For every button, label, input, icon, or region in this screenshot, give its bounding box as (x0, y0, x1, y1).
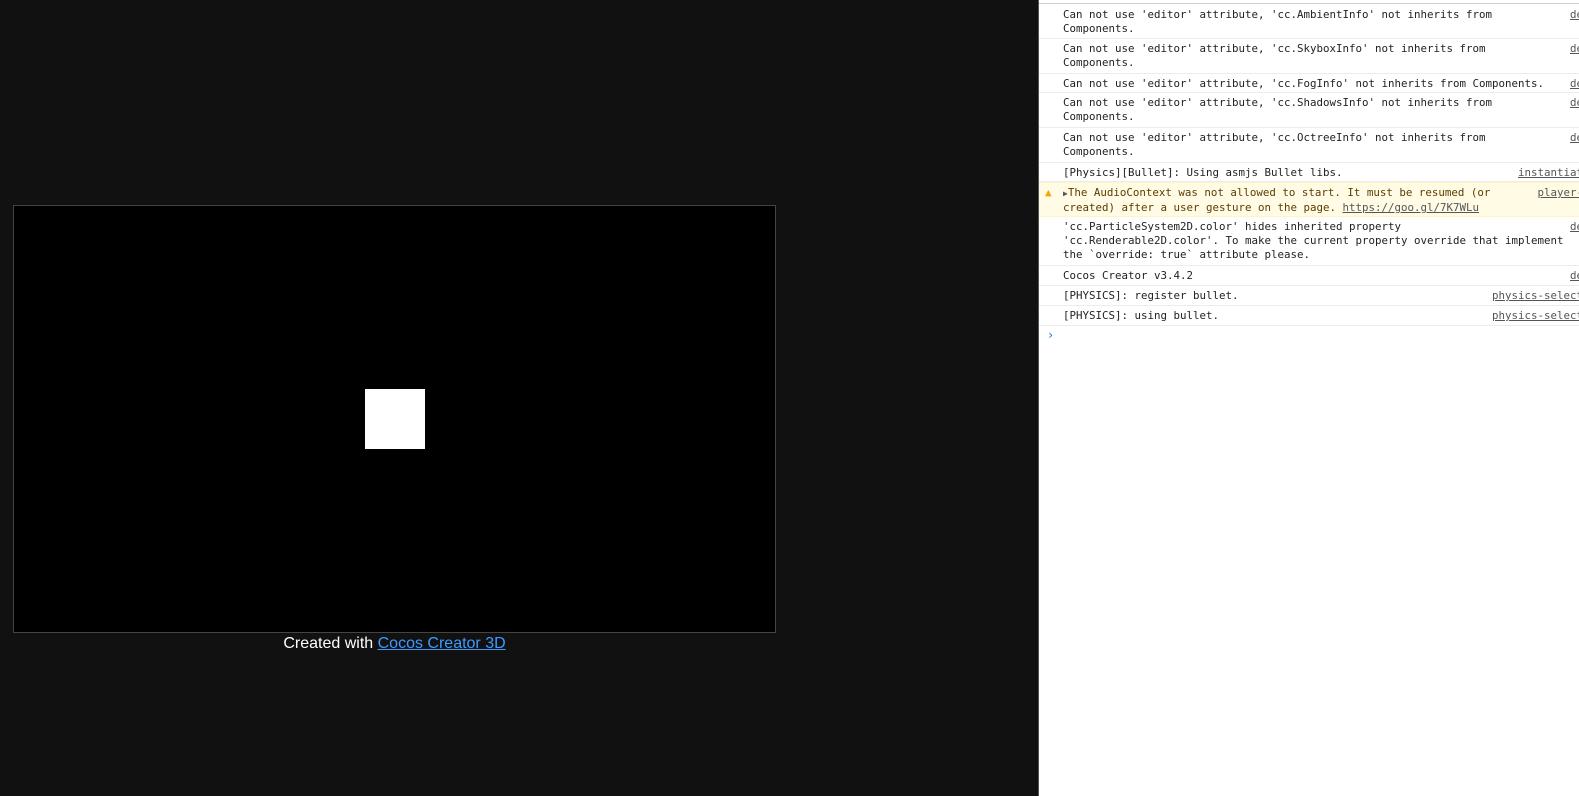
console-prompt[interactable]: › (1047, 328, 1054, 342)
console-message: Can not use 'editor' attribute, 'cc.FogI… (1039, 74, 1579, 93)
message-line: Can not use 'editor' attribute, 'cc.FogI… (1063, 77, 1579, 91)
message-text: 'cc.ParticleSystem2D.color' hides inheri… (1063, 220, 1402, 233)
message-text: Components. (1063, 145, 1135, 158)
message-text: Components. (1063, 22, 1135, 35)
message-link[interactable]: https://goo.gl/7K7WLu (1343, 201, 1480, 214)
message-text: Can not use 'editor' attribute, 'cc.Octr… (1063, 131, 1486, 144)
message-line: ▶The AudioContext was not allowed to sta… (1063, 186, 1579, 201)
footer-prefix: Created with (283, 635, 378, 652)
message-line: Can not use 'editor' attribute, 'cc.Skyb… (1063, 42, 1579, 56)
message-text: The AudioContext was not allowed to star… (1067, 186, 1491, 199)
cocos-creator-link[interactable]: Cocos Creator 3D (378, 635, 506, 652)
game-canvas[interactable] (13, 205, 776, 633)
message-text: [PHYSICS]: register bullet. (1063, 289, 1239, 302)
message-text: created) after a user gesture on the pag… (1063, 201, 1343, 214)
message-line: Can not use 'editor' attribute, 'cc.Shad… (1063, 96, 1579, 110)
message-text: Can not use 'editor' attribute, 'cc.Shad… (1063, 96, 1493, 109)
console-message: Can not use 'editor' attribute, 'cc.Skyb… (1039, 39, 1579, 74)
message-text: [PHYSICS]: using bullet. (1063, 309, 1220, 322)
message-line: [Physics][Bullet]: Using asmjs Bullet li… (1063, 166, 1579, 180)
message-text: the `override: true` attribute please. (1063, 248, 1311, 261)
console-message: Can not use 'editor' attribute, 'cc.Shad… (1039, 93, 1579, 128)
source-link[interactable]: physics-select (1492, 309, 1579, 323)
source-link[interactable]: de (1570, 42, 1579, 56)
source-link[interactable]: de (1570, 8, 1579, 22)
console-top-divider (1039, 3, 1579, 4)
source-link[interactable]: de (1570, 96, 1579, 110)
console-message: [PHYSICS]: using bullet. physics-select (1039, 306, 1579, 326)
message-text: Can not use 'editor' attribute, 'cc.Ambi… (1063, 8, 1493, 21)
message-line: Can not use 'editor' attribute, 'cc.Octr… (1063, 131, 1579, 145)
message-line: Components. (1063, 145, 1579, 159)
message-text: Components. (1063, 56, 1135, 69)
warning-icon: ▲ (1045, 186, 1052, 199)
console-message: ▲ ▶The AudioContext was not allowed to st… (1039, 182, 1579, 217)
source-link[interactable]: player- (1537, 186, 1579, 200)
message-text: [Physics][Bullet]: Using asmjs Bullet li… (1063, 166, 1343, 179)
source-link[interactable]: de (1570, 77, 1579, 91)
source-link[interactable]: de (1570, 269, 1579, 283)
message-text: 'cc.Renderable2D.color'. To make the cur… (1063, 234, 1564, 247)
message-line: 'cc.ParticleSystem2D.color' hides inheri… (1063, 220, 1579, 234)
message-text: Can not use 'editor' attribute, 'cc.FogI… (1063, 77, 1545, 90)
message-line: the `override: true` attribute please. (1063, 248, 1579, 262)
source-link[interactable]: instantiat (1518, 166, 1579, 180)
message-line: created) after a user gesture on the pag… (1063, 201, 1579, 215)
message-text: Components. (1063, 110, 1135, 123)
message-line: Components. (1063, 110, 1579, 124)
console-message: Cocos Creator v3.4.2 de (1039, 266, 1579, 286)
message-line: Components. (1063, 56, 1579, 70)
message-line: 'cc.Renderable2D.color'. To make the cur… (1063, 234, 1579, 248)
console-message: Can not use 'editor' attribute, 'cc.Ambi… (1039, 5, 1579, 39)
source-link[interactable]: de (1570, 220, 1579, 234)
message-text: Can not use 'editor' attribute, 'cc.Skyb… (1063, 42, 1486, 55)
message-line: Can not use 'editor' attribute, 'cc.Ambi… (1063, 8, 1579, 22)
console-message: Can not use 'editor' attribute, 'cc.Octr… (1039, 128, 1579, 163)
console-message: [PHYSICS]: register bullet. physics-selec… (1039, 286, 1579, 306)
source-link[interactable]: physics-select (1492, 289, 1579, 303)
source-link[interactable]: de (1570, 131, 1579, 145)
message-line: Components. (1063, 22, 1579, 36)
console-message: [Physics][Bullet]: Using asmjs Bullet li… (1039, 163, 1579, 182)
console-message: 'cc.ParticleSystem2D.color' hides inheri… (1039, 217, 1579, 266)
message-line: Cocos Creator v3.4.2 (1063, 269, 1579, 283)
white-square (365, 389, 425, 449)
devtools-console: Can not use 'editor' attribute, 'cc.Ambi… (1038, 0, 1579, 796)
footer: Created with Cocos Creator 3D (13, 635, 776, 653)
message-text: Cocos Creator v3.4.2 (1063, 269, 1194, 282)
